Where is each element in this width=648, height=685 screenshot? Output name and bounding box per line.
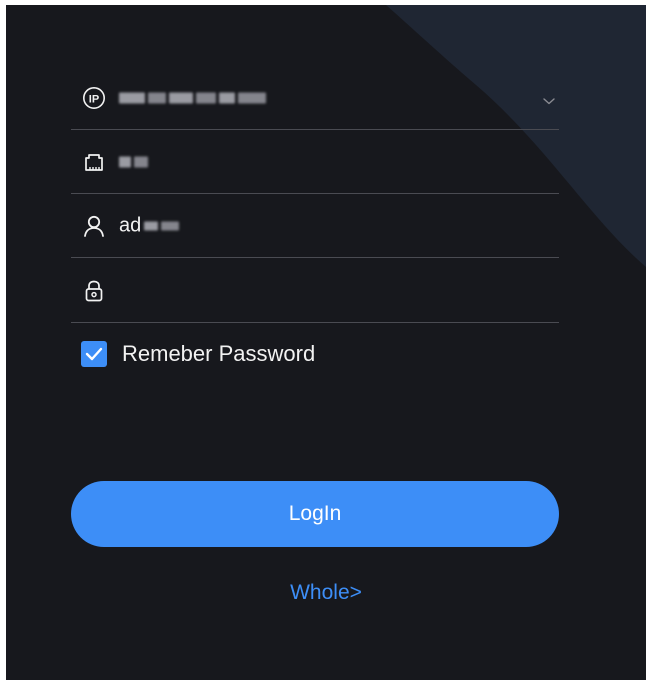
remember-password-checkbox[interactable] bbox=[81, 341, 107, 367]
login-button[interactable]: LogIn bbox=[71, 481, 559, 547]
ip-icon: IP bbox=[82, 86, 106, 110]
whole-link[interactable]: Whole> bbox=[6, 581, 646, 605]
username-value: ad bbox=[119, 214, 180, 237]
whole-link-label[interactable]: Whole> bbox=[290, 581, 362, 604]
chevron-down-icon[interactable] bbox=[542, 93, 556, 104]
checkmark-icon bbox=[85, 347, 103, 361]
ip-address-value bbox=[119, 92, 266, 103]
ethernet-port-icon bbox=[82, 150, 106, 174]
lock-icon bbox=[82, 279, 106, 303]
username-visible-text: ad bbox=[119, 214, 142, 236]
svg-text:IP: IP bbox=[89, 93, 99, 105]
username-field[interactable]: ad bbox=[71, 194, 559, 258]
remember-password-label: Remeber Password bbox=[122, 341, 316, 366]
login-screen: IP ad Remeber Password LogIn Whole> bbox=[6, 5, 646, 680]
ip-address-field[interactable]: IP bbox=[71, 66, 559, 130]
remember-password-option[interactable]: Remeber Password bbox=[81, 341, 315, 367]
password-field[interactable] bbox=[71, 259, 559, 323]
user-icon bbox=[82, 214, 106, 238]
port-value bbox=[119, 156, 148, 167]
port-field[interactable] bbox=[71, 130, 559, 194]
login-button-label: LogIn bbox=[288, 502, 342, 525]
